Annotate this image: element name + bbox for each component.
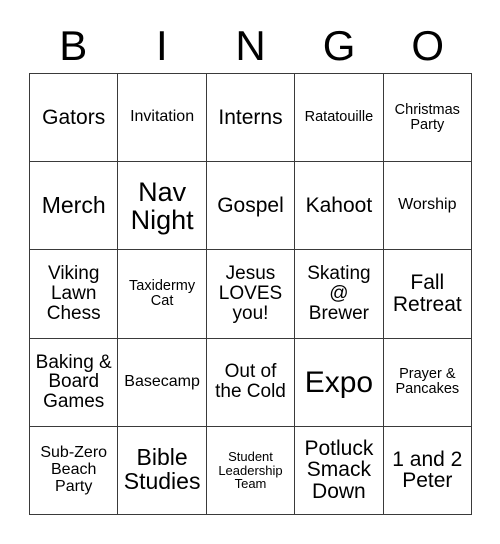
- bingo-cell-label: Kahoot: [305, 193, 373, 217]
- bingo-header-letter-n: N: [235, 21, 266, 69]
- bingo-cell-label: Sub-Zero Beach Party: [40, 444, 108, 495]
- bingo-cell-label: Viking Lawn Chess: [46, 263, 101, 324]
- bingo-cell-label: Out of the Cold: [215, 361, 286, 403]
- bingo-cell-label: Ratatouille: [304, 109, 374, 126]
- bingo-cell-label: Gators: [42, 105, 106, 129]
- bingo-cell-label: Student Leadership Team: [218, 449, 283, 492]
- bingo-cell-label: Jesus LOVES you!: [218, 263, 283, 324]
- bingo-cell-n3[interactable]: Jesus LOVES you!: [206, 250, 296, 339]
- bingo-cell-n5[interactable]: Student Leadership Team: [206, 426, 296, 515]
- bingo-cell-b5[interactable]: Sub-Zero Beach Party: [30, 426, 119, 515]
- bingo-cell-label: 1 and 2 Peter: [392, 447, 463, 493]
- bingo-cell-i5[interactable]: Bible Studies: [118, 426, 207, 515]
- bingo-cell-label: Invitation: [130, 108, 195, 126]
- bingo-cell-label: Bible Studies: [123, 444, 201, 495]
- bingo-header-letter-g: G: [322, 21, 356, 69]
- bingo-cell-label: Nav Night: [130, 176, 194, 235]
- bingo-cell-label: Potluck Smack Down: [304, 436, 374, 504]
- bingo-cell-i1[interactable]: Invitation: [118, 74, 207, 163]
- bingo-header-letter-b: B: [59, 21, 88, 69]
- bingo-cell-g1[interactable]: Ratatouille: [295, 74, 384, 163]
- bingo-header-row: B I N G O: [29, 18, 472, 73]
- bingo-cell-label: Expo: [304, 365, 374, 399]
- bingo-cell-b4[interactable]: Baking & Board Games: [30, 338, 119, 427]
- bingo-cell-label: Interns: [218, 105, 283, 129]
- bingo-card: B I N G O Gators Invitation Interns Rata…: [0, 0, 500, 544]
- bingo-cell-label: Prayer & Pancakes: [395, 366, 460, 398]
- bingo-header-letter-i: I: [156, 21, 168, 69]
- bingo-cell-o1[interactable]: Christmas Party: [383, 74, 472, 163]
- bingo-cell-n1[interactable]: Interns: [206, 74, 296, 163]
- bingo-cell-i2[interactable]: Nav Night: [118, 162, 207, 251]
- bingo-cell-label: Basecamp: [124, 372, 200, 390]
- bingo-cell-g4[interactable]: Expo: [295, 338, 384, 427]
- bingo-cell-label: Worship: [398, 196, 457, 214]
- bingo-cell-label: Christmas Party: [394, 101, 460, 133]
- bingo-cell-label: Gospel: [217, 193, 284, 217]
- bingo-cell-o4[interactable]: Prayer & Pancakes: [383, 338, 472, 427]
- bingo-cell-b2[interactable]: Merch: [30, 162, 119, 251]
- bingo-cell-label: Fall Retreat: [392, 271, 462, 316]
- bingo-cell-b3[interactable]: Viking Lawn Chess: [30, 250, 119, 339]
- bingo-cell-g5[interactable]: Potluck Smack Down: [295, 426, 384, 515]
- bingo-cell-g3[interactable]: Skating @ Brewer: [295, 250, 384, 339]
- bingo-cell-label: Baking & Board Games: [35, 351, 112, 413]
- bingo-grid: Gators Invitation Interns Ratatouille Ch…: [29, 73, 472, 515]
- bingo-cell-i3[interactable]: Taxidermy Cat: [118, 250, 207, 339]
- bingo-cell-b1[interactable]: Gators: [30, 74, 119, 163]
- bingo-cell-n4[interactable]: Out of the Cold: [206, 338, 296, 427]
- bingo-cell-label: Merch: [41, 191, 106, 218]
- bingo-cell-i4[interactable]: Basecamp: [118, 338, 207, 427]
- bingo-cell-o3[interactable]: Fall Retreat: [383, 250, 472, 339]
- bingo-header-letter-o: O: [411, 21, 444, 69]
- bingo-cell-g2[interactable]: Kahoot: [295, 162, 384, 251]
- bingo-cell-label: Skating @ Brewer: [307, 263, 371, 324]
- bingo-cell-n2[interactable]: Gospel: [206, 162, 296, 251]
- bingo-cell-o2[interactable]: Worship: [383, 162, 472, 251]
- bingo-cell-o5[interactable]: 1 and 2 Peter: [383, 426, 472, 515]
- bingo-cell-label: Taxidermy Cat: [129, 277, 196, 309]
